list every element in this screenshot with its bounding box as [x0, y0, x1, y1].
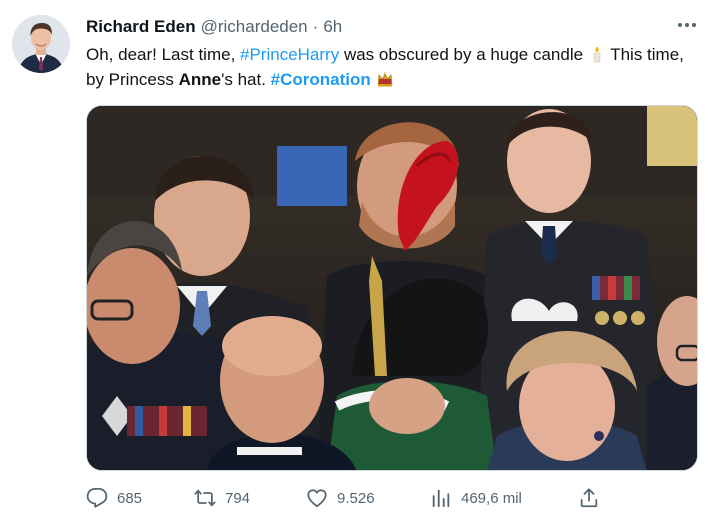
text-segment: Oh, dear! Last time, [86, 45, 241, 64]
reply-count: 685 [117, 489, 143, 507]
like-count: 9.526 [337, 489, 375, 507]
views-button[interactable]: 469,6 mil [430, 486, 522, 510]
text-segment: was obscured by a huge candle [339, 45, 588, 64]
like-button[interactable]: 9.526 [306, 486, 375, 510]
retweet-count: 794 [225, 489, 251, 507]
action-bar: 685 794 9.526 469,6 mil [86, 486, 606, 510]
tweet-header: Richard Eden @richardeden · 6h [86, 16, 342, 38]
more-icon[interactable] [674, 14, 700, 36]
share-button[interactable] [578, 486, 600, 510]
tweet[interactable]: Richard Eden @richardeden · 6h Oh, dear!… [0, 0, 720, 516]
reply-icon [86, 487, 108, 508]
views-icon [432, 489, 450, 508]
tweet-text: Oh, dear! Last time, #PrinceHarry was ob… [86, 42, 706, 92]
like-icon [307, 489, 327, 508]
views-count: 469,6 mil [461, 489, 522, 507]
hashtag-link[interactable]: #Coronation [271, 70, 371, 89]
text-segment: 's hat. [221, 70, 271, 89]
timestamp[interactable]: 6h [323, 17, 342, 37]
retweet-icon [194, 489, 216, 507]
retweet-button[interactable]: 794 [194, 486, 250, 510]
avatar[interactable] [12, 15, 70, 73]
separator: · [312, 17, 319, 36]
reply-button[interactable]: 685 [86, 486, 142, 510]
author-handle[interactable]: @richardeden [201, 17, 308, 37]
candle-emoji [588, 45, 606, 63]
crown-emoji [376, 70, 394, 88]
tweet-photo[interactable] [86, 105, 698, 471]
share-icon [580, 488, 598, 508]
text-bold: Anne [178, 70, 222, 89]
hashtag-link[interactable]: #PrinceHarry [240, 45, 339, 64]
author-name[interactable]: Richard Eden [86, 17, 196, 37]
